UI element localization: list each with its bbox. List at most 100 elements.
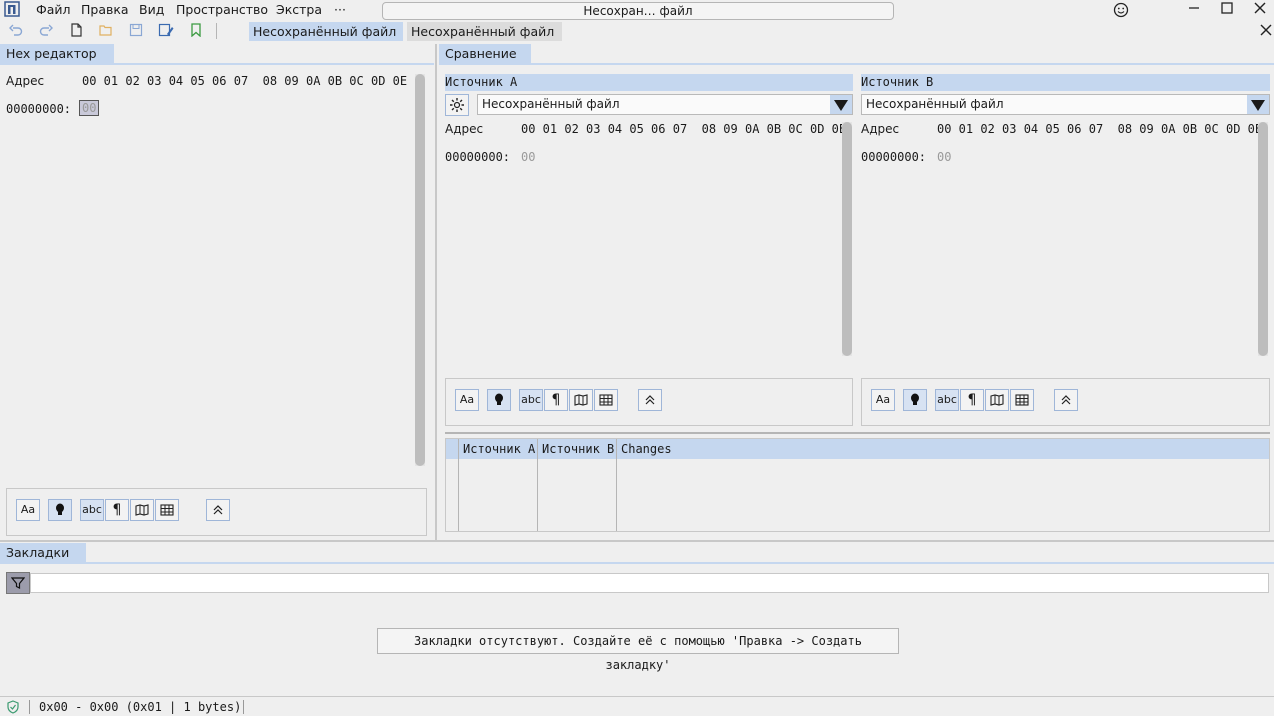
source-b-highlight-button[interactable]: [903, 389, 927, 411]
source-a-scrollbar[interactable]: [842, 122, 852, 356]
hex-table-button[interactable]: [155, 499, 179, 521]
hex-scroll-thumb[interactable]: [415, 74, 425, 466]
source-b-row-address: 00000000:: [861, 150, 927, 164]
file-tab-2[interactable]: Несохранённый файл: [407, 22, 562, 41]
source-b-row-byte[interactable]: 00: [937, 150, 951, 164]
source-b-tools-box: Aa abc ¶: [861, 378, 1270, 426]
menu-more[interactable]: ···: [334, 2, 346, 17]
source-a-case-button[interactable]: Aa: [455, 389, 479, 411]
source-a-scroll-thumb[interactable]: [842, 122, 852, 356]
menu-view[interactable]: Вид: [139, 2, 164, 17]
bookmarks-header-line: [0, 562, 1274, 564]
diff-col-source-b[interactable]: Источник B: [538, 439, 617, 459]
chevron-down-icon[interactable]: [830, 95, 852, 114]
diff-col-changes[interactable]: Changes: [617, 439, 1269, 459]
hex-ascii-button[interactable]: abc: [80, 499, 104, 521]
hex-column-headers: 00 01 02 03 04 05 06 07 08 09 0A 0B 0C 0…: [82, 74, 418, 88]
diff-table: Источник A Источник B Changes: [445, 438, 1270, 532]
close-tab-icon[interactable]: [1260, 24, 1274, 38]
hex-scrollbar[interactable]: [415, 74, 425, 466]
status-divider: [243, 700, 244, 714]
menu-edit[interactable]: Правка: [81, 2, 129, 17]
maximize-icon[interactable]: [1216, 0, 1238, 20]
diff-col-source-a[interactable]: Источник A: [459, 439, 538, 459]
hex-pilcrow-button[interactable]: ¶: [105, 499, 129, 521]
hex-selected-byte[interactable]: 00: [79, 100, 100, 116]
shield-icon[interactable]: [6, 700, 20, 714]
source-b-case-button[interactable]: Aa: [871, 389, 895, 411]
hex-editor-tab[interactable]: Hex редактор: [0, 44, 114, 64]
redo-icon[interactable]: [38, 23, 54, 39]
new-file-icon[interactable]: [68, 23, 84, 39]
source-a-column-headers: 00 01 02 03 04 05 06 07 08 09 0A 0B 0C 0…: [521, 122, 853, 136]
chevron-down-icon[interactable]: [1247, 95, 1269, 114]
source-a-tools-box: Aa abc ¶: [445, 378, 853, 426]
diff-col-divider: [458, 459, 459, 531]
source-b-header: Источник B: [861, 74, 1270, 91]
source-b-dropdown[interactable]: Несохранённый файл: [861, 94, 1270, 115]
title-bar: Файл Правка Вид Пространство Экстра ··· …: [0, 0, 1274, 20]
bookmark-filter-input[interactable]: [30, 573, 1269, 593]
source-a-table-button[interactable]: [594, 389, 618, 411]
source-a-highlight-button[interactable]: [487, 389, 511, 411]
bookmark-icon[interactable]: [188, 23, 204, 39]
status-bar: 0x00 - 0x00 (0x01 | 1 bytes): [0, 696, 1274, 716]
hex-row-address: 00000000:: [6, 102, 72, 116]
app-logo-icon[interactable]: [4, 1, 20, 17]
hex-case-button[interactable]: Aa: [16, 499, 40, 521]
hex-collapse-button[interactable]: [206, 499, 230, 521]
compare-settings-gear-icon[interactable]: [445, 94, 469, 116]
menu-workspace[interactable]: Пространство: [176, 2, 268, 17]
source-b-column-headers: 00 01 02 03 04 05 06 07 08 09 0A 0B 0C 0…: [937, 122, 1270, 136]
compare-header-line: [439, 63, 1274, 65]
diff-col-divider: [616, 459, 617, 531]
bookmarks-tab[interactable]: Закладки: [0, 543, 86, 563]
hex-tools-box: Aa abc ¶: [6, 488, 427, 536]
source-a-row-byte[interactable]: 00: [521, 150, 535, 164]
source-a-pilcrow-button[interactable]: ¶: [544, 389, 568, 411]
source-a-map-button[interactable]: [569, 389, 593, 411]
source-b-collapse-button[interactable]: [1054, 389, 1078, 411]
source-a-row-address: 00000000:: [445, 150, 511, 164]
source-b-selected: Несохранённый файл: [866, 97, 1004, 111]
close-window-icon[interactable]: [1249, 0, 1271, 20]
source-b-table-button[interactable]: [1010, 389, 1034, 411]
undo-icon[interactable]: [8, 23, 24, 39]
source-b-map-button[interactable]: [985, 389, 1009, 411]
source-a-header: Источник A: [445, 74, 853, 91]
compare-tab[interactable]: Сравнение: [439, 44, 531, 64]
open-folder-icon[interactable]: [98, 23, 114, 39]
menu-file[interactable]: Файл: [36, 2, 71, 17]
hex-highlight-button[interactable]: [48, 499, 72, 521]
toolbar: [0, 20, 1274, 42]
menu-extra[interactable]: Экстра: [276, 2, 322, 17]
panel-splitter[interactable]: [435, 44, 437, 540]
source-b-pilcrow-button[interactable]: ¶: [960, 389, 984, 411]
bookmarks-empty-message: Закладки отсутствуют. Создайте её с помо…: [377, 628, 899, 672]
save-as-icon[interactable]: [158, 23, 174, 39]
diff-col-divider: [537, 459, 538, 531]
file-tab-1[interactable]: Несохранённый файл: [249, 22, 403, 41]
bottom-splitter[interactable]: [0, 540, 1274, 542]
diff-table-corner: [446, 439, 459, 459]
compare-splitter[interactable]: [445, 432, 1270, 434]
hex-map-button[interactable]: [130, 499, 154, 521]
source-a-address-label: Адрес: [445, 122, 484, 136]
source-b-scrollbar[interactable]: [1258, 122, 1268, 356]
hex-editor-header-line: [0, 63, 434, 65]
feedback-smiley-icon[interactable]: [1110, 0, 1132, 20]
source-a-selected: Несохранённый файл: [482, 97, 620, 111]
filter-icon[interactable]: [6, 572, 30, 594]
status-selection: 0x00 - 0x00 (0x01 | 1 bytes): [39, 700, 242, 714]
source-a-collapse-button[interactable]: [638, 389, 662, 411]
window-title: Несохран… файл: [382, 2, 894, 20]
status-divider: [29, 700, 30, 714]
source-a-dropdown[interactable]: Несохранённый файл: [477, 94, 853, 115]
source-b-scroll-thumb[interactable]: [1258, 122, 1268, 356]
toolbar-divider: [216, 23, 217, 39]
source-a-ascii-button[interactable]: abc: [519, 389, 543, 411]
source-b-address-label: Адрес: [861, 122, 900, 136]
minimize-icon[interactable]: [1183, 0, 1205, 20]
save-icon[interactable]: [128, 23, 144, 39]
source-b-ascii-button[interactable]: abc: [935, 389, 959, 411]
